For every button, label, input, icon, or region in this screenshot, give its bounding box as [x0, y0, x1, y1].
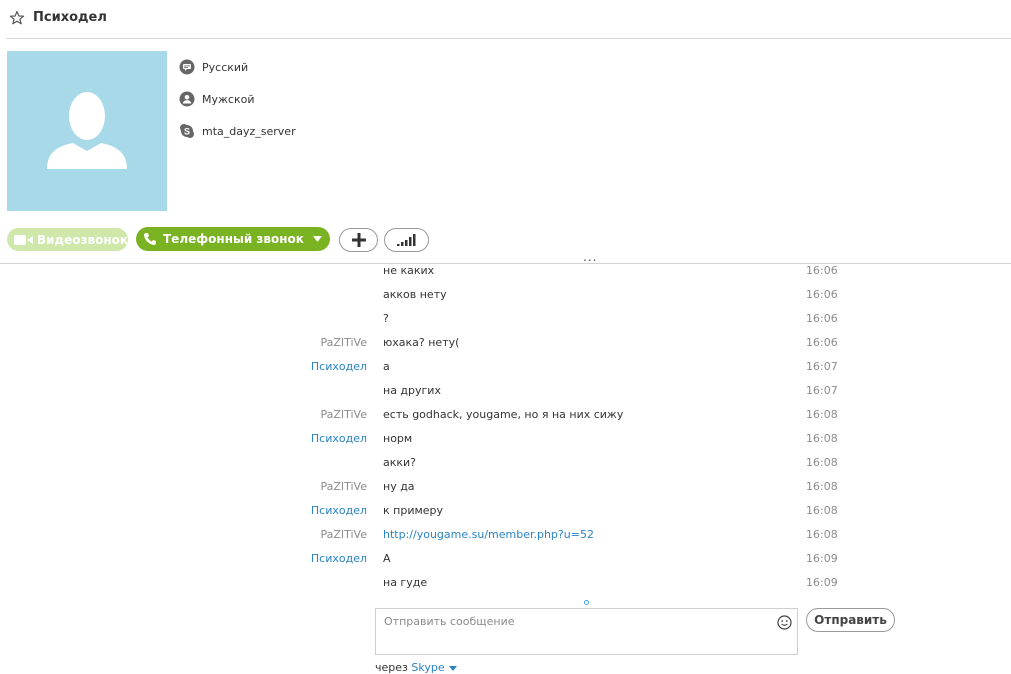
header-divider [6, 38, 1011, 39]
signal-bars-icon [396, 234, 415, 246]
message-time: 16:09 [806, 576, 838, 589]
message-time: 16:08 [806, 480, 838, 493]
message-sender[interactable]: PaZITiVe [320, 408, 367, 421]
message-row: ? 16:06 [0, 312, 1011, 336]
message-time: 16:06 [806, 264, 838, 277]
message-text: акков нету [383, 288, 447, 301]
message-text: ну да [383, 480, 415, 493]
message-time: 16:08 [806, 528, 838, 541]
message-text: на гуде [383, 576, 428, 589]
message-text: норм [383, 432, 413, 445]
message-sender[interactable]: Психодел [311, 504, 367, 517]
message-time: 16:07 [806, 360, 838, 373]
phone-call-label: Телефонный звонок [163, 232, 304, 246]
skype-icon: S [180, 124, 194, 138]
message-text: ? [383, 312, 389, 325]
message-row: Психодел норм 16:08 [0, 432, 1011, 456]
default-person-icon [47, 92, 127, 169]
favorite-star-icon[interactable] [9, 10, 25, 26]
emoticon-icon[interactable] [777, 615, 792, 630]
message-row: PaZITiVe есть godhack, yougame, но я на … [0, 408, 1011, 432]
message-row: на других 16:07 [0, 384, 1011, 408]
message-sender[interactable]: PaZITiVe [320, 480, 367, 493]
message-row: Психодел А 16:09 [0, 552, 1011, 576]
message-time: 16:09 [806, 552, 838, 565]
message-text: а [383, 360, 390, 373]
message-text: не каких [383, 264, 435, 277]
message-sender[interactable]: Психодел [311, 432, 367, 445]
message-time: 16:08 [806, 504, 838, 517]
message-sender[interactable]: Психодел [311, 552, 367, 565]
message-time: 16:08 [806, 432, 838, 445]
send-via-prefix: через [375, 661, 408, 674]
message-sender[interactable]: PaZITiVe [320, 528, 367, 541]
message-row: PaZITiVe юхака? нету( 16:06 [0, 336, 1011, 360]
svg-text:S: S [184, 127, 190, 137]
message-row: акки? 16:08 [0, 456, 1011, 480]
contact-title: Психодел [33, 10, 107, 25]
message-time: 16:06 [806, 336, 838, 349]
message-row: Психодел а 16:07 [0, 360, 1011, 384]
more-options-dots[interactable]: ... [583, 250, 597, 264]
send-via-service[interactable]: Skype [411, 661, 444, 674]
message-sender[interactable]: Психодел [311, 360, 367, 373]
message-time: 16:08 [806, 456, 838, 469]
message-row: не каких 16:06 [0, 264, 1011, 288]
message-time: 16:06 [806, 312, 838, 325]
message-row: PaZITiVe http://yougame.su/member.php?u=… [0, 528, 1011, 552]
language-icon [179, 59, 195, 75]
person-icon [179, 91, 195, 107]
message-row: на гуде 16:09 [0, 576, 1011, 600]
message-input[interactable]: Отправить сообщение [375, 608, 798, 655]
chevron-down-icon[interactable] [313, 236, 322, 242]
video-call-button[interactable]: Видеозвонок [7, 228, 128, 251]
message-time: 16:07 [806, 384, 838, 397]
video-camera-icon [14, 234, 33, 245]
conversation-header: Психодел [0, 0, 1011, 38]
message-text: А [383, 552, 391, 565]
avatar [7, 51, 167, 211]
plus-icon [351, 233, 366, 247]
profile-language-row: Русский [179, 59, 248, 75]
profile-language: Русский [202, 60, 249, 74]
phone-icon [144, 233, 156, 245]
call-quality-button[interactable] [384, 228, 429, 252]
message-row: PaZITiVe ну да 16:08 [0, 480, 1011, 504]
message-row: акков нету 16:06 [0, 288, 1011, 312]
send-via: через Skype [375, 661, 457, 674]
message-link[interactable]: http://yougame.su/member.php?u=52 [383, 528, 594, 541]
chevron-down-icon[interactable] [448, 665, 457, 671]
message-sender[interactable]: PaZITiVe [320, 336, 367, 349]
message-text: на других [383, 384, 441, 397]
typing-indicator [584, 600, 589, 605]
message-row: Психодел к примеру 16:08 [0, 504, 1011, 528]
message-text: есть godhack, yougame, но я на них сижу [383, 408, 624, 421]
message-time: 16:06 [806, 288, 838, 301]
profile-skype-name: mta_dayz_server [202, 124, 296, 138]
message-text: акки? [383, 456, 417, 469]
video-call-label: Видеозвонок [36, 232, 128, 247]
phone-call-button[interactable]: Телефонный звонок [136, 227, 330, 251]
send-button[interactable]: Отправить [806, 608, 895, 632]
add-participants-button[interactable] [339, 228, 378, 252]
message-text: к примеру [383, 504, 444, 517]
message-text: юхака? нету( [383, 336, 460, 349]
profile-gender-row: Мужской [179, 91, 254, 107]
message-input-placeholder: Отправить сообщение [384, 615, 515, 628]
message-time: 16:08 [806, 408, 838, 421]
profile-skype-row: S mta_dayz_server [179, 123, 296, 139]
profile-gender: Мужской [202, 92, 255, 106]
